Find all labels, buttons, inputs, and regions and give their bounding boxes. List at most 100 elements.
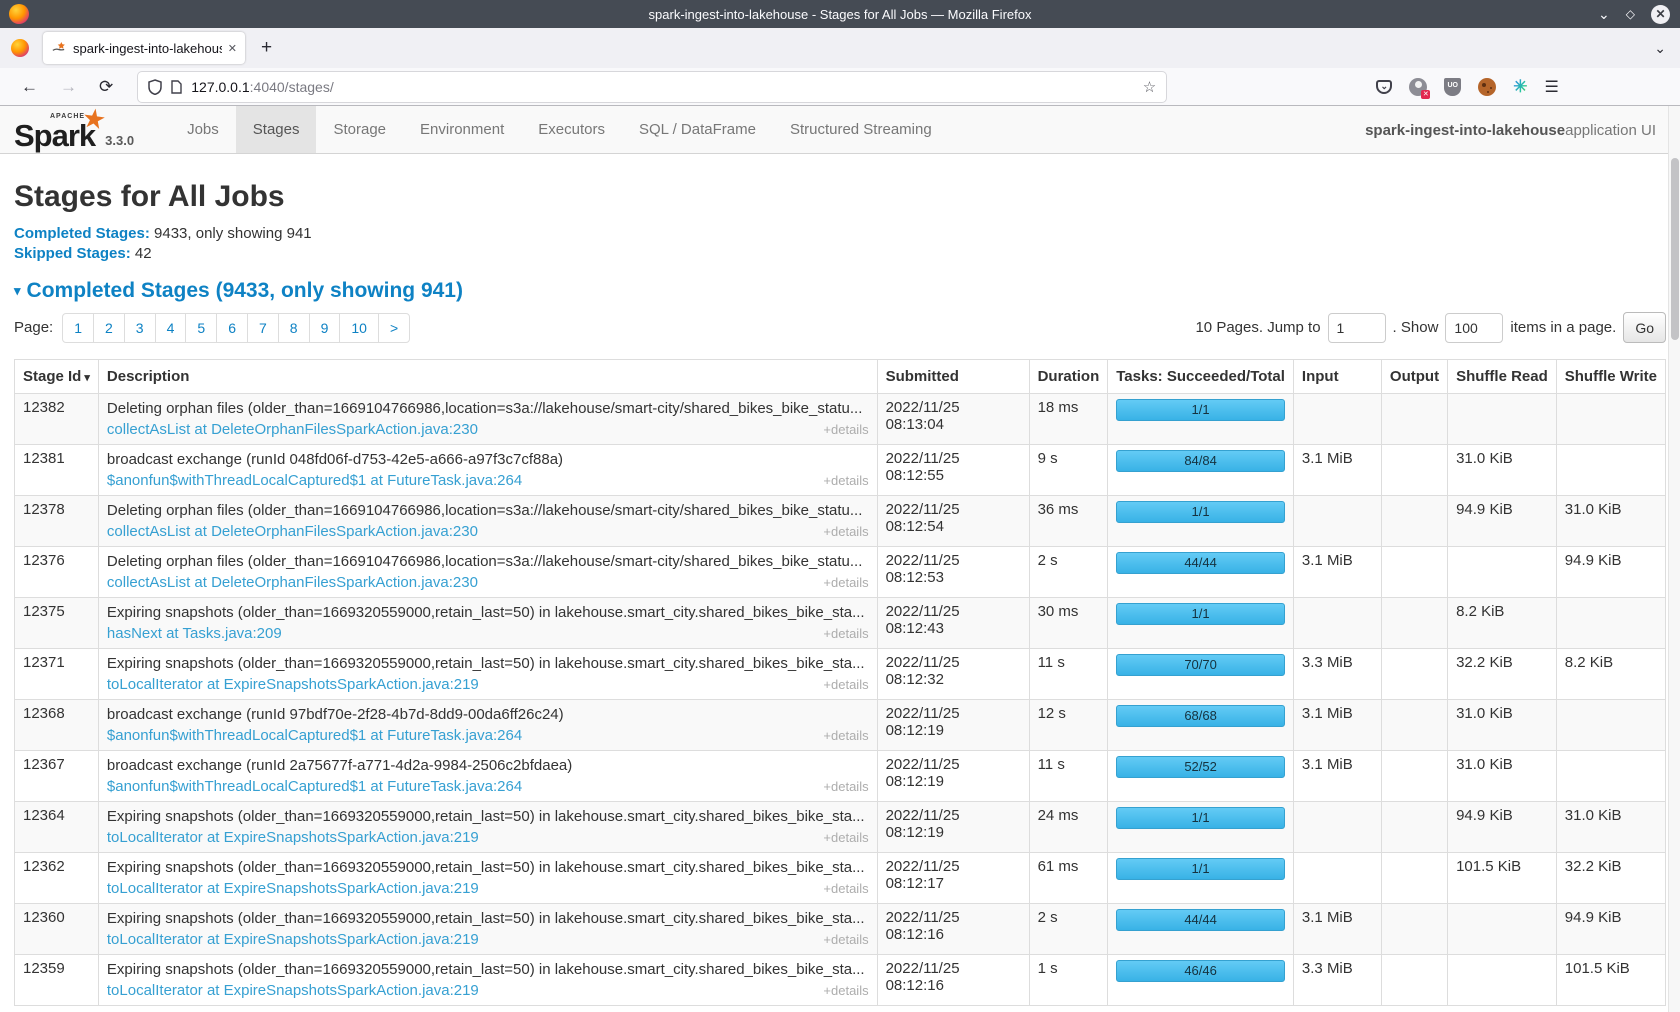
nav-tab-storage[interactable]: Storage xyxy=(316,106,403,153)
page-label: Page: xyxy=(14,319,53,336)
url-path: :4040/stages/ xyxy=(250,79,334,95)
back-button[interactable]: ← xyxy=(21,77,38,97)
details-toggle[interactable]: +details xyxy=(823,420,868,439)
page-button-6[interactable]: 6 xyxy=(216,314,247,342)
stage-detail-link[interactable]: toLocalIterator at ExpireSnapshotsSparkA… xyxy=(107,828,479,847)
column-header-stage-id[interactable]: Stage Id▾ xyxy=(15,360,99,394)
shuffle-read-cell: 31.0 KiB xyxy=(1448,700,1557,751)
table-row: 12381broadcast exchange (runId 048fd06f-… xyxy=(15,445,1666,496)
shuffle-write-cell xyxy=(1556,394,1665,445)
details-toggle[interactable]: +details xyxy=(823,777,868,796)
output-cell xyxy=(1381,955,1447,1006)
tracking-protection-shield-icon[interactable] xyxy=(148,79,162,95)
column-header-submitted[interactable]: Submitted xyxy=(877,360,1029,394)
close-button[interactable]: ✕ xyxy=(1651,5,1670,24)
nav-tab-structured-streaming[interactable]: Structured Streaming xyxy=(773,106,949,153)
details-toggle[interactable]: +details xyxy=(823,981,868,1000)
column-header-output[interactable]: Output xyxy=(1381,360,1447,394)
completed-stages-summary: Completed Stages: 9433, only showing 941 xyxy=(14,224,1666,244)
url-bar[interactable]: 127.0.0.1:4040/stages/ ☆ xyxy=(138,72,1166,102)
column-header-tasks-succeeded-total[interactable]: Tasks: Succeeded/Total xyxy=(1108,360,1294,394)
page-button-5[interactable]: 5 xyxy=(185,314,216,342)
tab-title: spark-ingest-into-lakehous xyxy=(73,41,222,56)
column-header-shuffle-read[interactable]: Shuffle Read xyxy=(1448,360,1557,394)
cookie-extension-icon[interactable] xyxy=(1478,78,1496,96)
browser-tab[interactable]: spark-ingest-into-lakehous ✕ xyxy=(43,32,245,64)
ublock-origin-icon[interactable]: UO xyxy=(1444,78,1461,96)
details-toggle[interactable]: +details xyxy=(823,522,868,541)
scrollbar-thumb[interactable] xyxy=(1671,158,1679,340)
pagination-row: Page: 12345678910> 10 Pages. Jump to . S… xyxy=(14,312,1666,343)
stage-detail-link[interactable]: toLocalIterator at ExpireSnapshotsSparkA… xyxy=(107,675,479,694)
column-header-input[interactable]: Input xyxy=(1293,360,1381,394)
details-toggle[interactable]: +details xyxy=(823,573,868,592)
page-button-3[interactable]: 3 xyxy=(124,314,155,342)
items-per-page-input[interactable] xyxy=(1445,313,1503,343)
skipped-stages-link[interactable]: Skipped Stages: xyxy=(14,245,131,262)
page-button-4[interactable]: 4 xyxy=(155,314,186,342)
nav-tab-stages[interactable]: Stages xyxy=(236,106,317,153)
page-info-icon[interactable] xyxy=(171,80,182,94)
stage-id-cell: 12382 xyxy=(15,394,99,445)
stage-detail-link[interactable]: $anonfun$withThreadLocalCaptured$1 at Fu… xyxy=(107,471,522,490)
new-tab-button[interactable]: + xyxy=(261,37,272,59)
next-page-button[interactable]: > xyxy=(378,314,409,342)
stage-detail-link[interactable]: collectAsList at DeleteOrphanFilesSparkA… xyxy=(107,522,478,541)
tab-close-icon[interactable]: ✕ xyxy=(228,42,237,55)
completed-stages-link[interactable]: Completed Stages: xyxy=(14,225,150,242)
stage-description: broadcast exchange (runId 048fd06f-d753-… xyxy=(107,450,869,469)
page-button-9[interactable]: 9 xyxy=(309,314,340,342)
stage-id-cell: 12364 xyxy=(15,802,99,853)
nav-tab-environment[interactable]: Environment xyxy=(403,106,521,153)
column-header-duration[interactable]: Duration xyxy=(1029,360,1108,394)
shuffle-write-cell xyxy=(1556,445,1665,496)
stage-description: Deleting orphan files (older_than=166910… xyxy=(107,399,869,418)
spark-star-icon: ★ xyxy=(80,104,108,134)
stage-detail-link[interactable]: collectAsList at DeleteOrphanFilesSparkA… xyxy=(107,420,478,439)
nav-tab-executors[interactable]: Executors xyxy=(521,106,622,153)
nav-tab-jobs[interactable]: Jobs xyxy=(170,106,236,153)
extension-asterisk-icon[interactable]: ✳ xyxy=(1513,77,1527,97)
details-toggle[interactable]: +details xyxy=(823,675,868,694)
minimize-button[interactable]: ⌄ xyxy=(1598,7,1610,21)
hamburger-menu-icon[interactable]: ☰ xyxy=(1545,77,1559,97)
nav-tab-sql-dataframe[interactable]: SQL / DataFrame xyxy=(622,106,773,153)
account-icon[interactable] xyxy=(1409,78,1427,96)
go-button[interactable]: Go xyxy=(1623,312,1666,343)
stage-detail-link[interactable]: $anonfun$withThreadLocalCaptured$1 at Fu… xyxy=(107,726,522,745)
bookmark-star-icon[interactable]: ☆ xyxy=(1143,78,1156,96)
jump-to-page-input[interactable] xyxy=(1328,313,1386,343)
output-cell xyxy=(1381,547,1447,598)
page-button-7[interactable]: 7 xyxy=(247,314,278,342)
maximize-button[interactable]: ◇ xyxy=(1626,8,1635,20)
details-toggle[interactable]: +details xyxy=(823,624,868,643)
details-toggle[interactable]: +details xyxy=(823,879,868,898)
column-header-shuffle-write[interactable]: Shuffle Write xyxy=(1556,360,1665,394)
reload-button[interactable]: ⟳ xyxy=(99,77,113,97)
spark-logo[interactable]: APACHE Spark ★ 3.3.0 xyxy=(0,106,152,153)
stage-detail-link[interactable]: toLocalIterator at ExpireSnapshotsSparkA… xyxy=(107,930,479,949)
list-all-tabs-icon[interactable]: ⌄ xyxy=(1654,40,1666,57)
page-button-2[interactable]: 2 xyxy=(93,314,124,342)
details-toggle[interactable]: +details xyxy=(823,930,868,949)
column-header-description[interactable]: Description xyxy=(98,360,877,394)
details-toggle[interactable]: +details xyxy=(823,828,868,847)
stage-detail-link[interactable]: hasNext at Tasks.java:209 xyxy=(107,624,282,643)
output-cell xyxy=(1381,649,1447,700)
shuffle-read-cell xyxy=(1448,547,1557,598)
details-toggle[interactable]: +details xyxy=(823,471,868,490)
stage-detail-link[interactable]: toLocalIterator at ExpireSnapshotsSparkA… xyxy=(107,981,479,1000)
stage-description-cell: Expiring snapshots (older_than=166932055… xyxy=(98,649,877,700)
sort-descending-icon: ▾ xyxy=(84,372,90,384)
page-button-10[interactable]: 10 xyxy=(339,314,378,342)
completed-stages-section-header[interactable]: ▾ Completed Stages (9433, only showing 9… xyxy=(14,279,1666,303)
collapse-arrow-icon: ▾ xyxy=(14,283,21,299)
stage-detail-link[interactable]: $anonfun$withThreadLocalCaptured$1 at Fu… xyxy=(107,777,522,796)
stage-detail-link[interactable]: toLocalIterator at ExpireSnapshotsSparkA… xyxy=(107,879,479,898)
page-button-1[interactable]: 1 xyxy=(63,314,93,342)
pocket-icon[interactable]: ⌄ xyxy=(1376,80,1392,94)
stage-description-cell: broadcast exchange (runId 048fd06f-d753-… xyxy=(98,445,877,496)
stage-detail-link[interactable]: collectAsList at DeleteOrphanFilesSparkA… xyxy=(107,573,478,592)
details-toggle[interactable]: +details xyxy=(823,726,868,745)
page-button-8[interactable]: 8 xyxy=(278,314,309,342)
